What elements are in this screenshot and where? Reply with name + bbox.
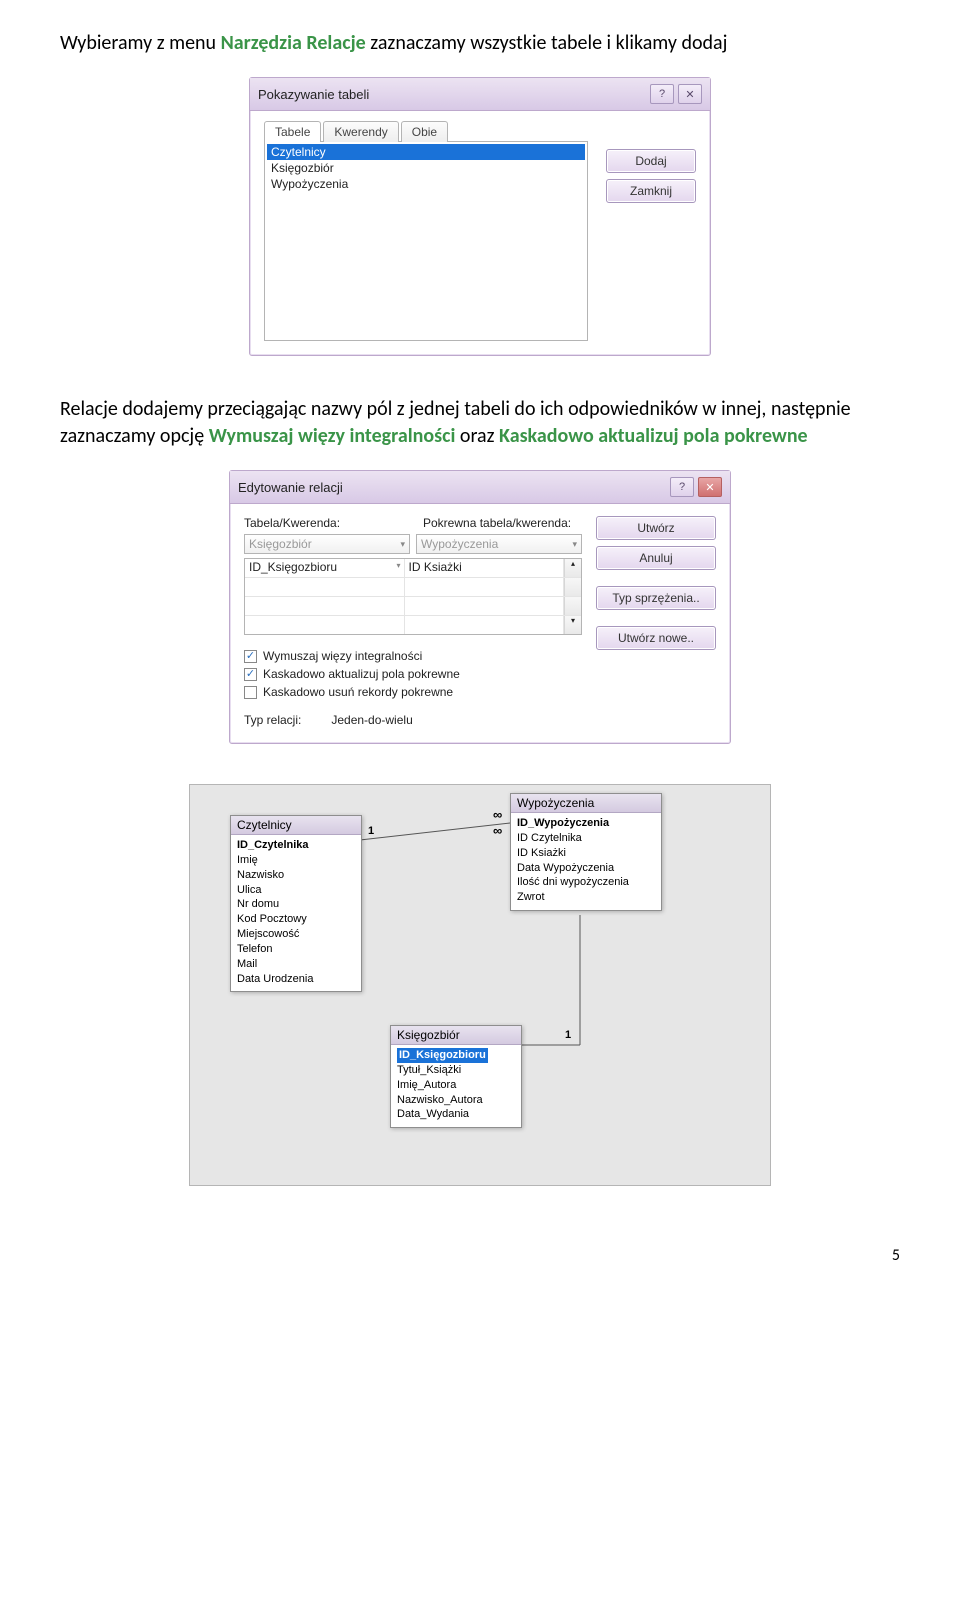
create-new-button[interactable]: Utwórz nowe.. bbox=[596, 626, 716, 650]
label-table: Tabela/Kwerenda: bbox=[244, 516, 403, 530]
table-title: Księgozbiór bbox=[391, 1026, 521, 1045]
list-item[interactable]: Czytelnicy bbox=[267, 144, 585, 160]
relationships-diagram: 1 ∞ ∞ 1 Czytelnicy ID_Czytelnika Imię Na… bbox=[189, 784, 771, 1186]
table-title: Wypożyczenia bbox=[511, 794, 661, 813]
join-type-button[interactable]: Typ sprzężenia.. bbox=[596, 586, 716, 610]
create-button[interactable]: Utwórz bbox=[596, 516, 716, 540]
field: Nr domu bbox=[237, 897, 355, 912]
tab-both[interactable]: Obie bbox=[401, 121, 448, 142]
grid-cell: ID_Księgozbioru▾ bbox=[245, 559, 405, 577]
field: ID Ksiażki bbox=[517, 846, 655, 861]
relation-type-value: Jeden-do-wielu bbox=[331, 713, 412, 727]
field: Nazwisko_Autora bbox=[397, 1093, 515, 1108]
cardinality-many: ∞ bbox=[493, 807, 502, 822]
table-box-ksiegozbior[interactable]: Księgozbiór ID_Księgozbioru Tytuł_Książk… bbox=[390, 1025, 522, 1128]
field: Miejscowość bbox=[237, 927, 355, 942]
grid-cell: ID Ksiażki bbox=[405, 559, 565, 577]
checkbox-enforce-integrity[interactable] bbox=[244, 650, 257, 663]
field: Kod Pocztowy bbox=[237, 912, 355, 927]
checkbox-cascade-delete[interactable] bbox=[244, 686, 257, 699]
list-item[interactable]: Księgozbiór bbox=[267, 160, 585, 176]
field-pk: ID_Czytelnika bbox=[237, 838, 355, 853]
field: Ulica bbox=[237, 883, 355, 898]
scroll-track[interactable] bbox=[564, 578, 581, 596]
field: Imię_Autora bbox=[397, 1078, 515, 1093]
label-related-table: Pokrewna tabela/kwerenda: bbox=[423, 516, 582, 530]
combo-related-table[interactable]: Wypożyczenia▾ bbox=[416, 534, 582, 554]
field: Zwrot bbox=[517, 890, 655, 905]
show-table-dialog: Pokazywanie tabeli ? ✕ Tabele Kwerendy O… bbox=[249, 77, 711, 356]
scroll-up-button[interactable]: ▴ bbox=[564, 559, 581, 577]
tab-queries[interactable]: Kwerendy bbox=[323, 121, 398, 142]
cancel-button[interactable]: Anuluj bbox=[596, 546, 716, 570]
show-table-titlebar: Pokazywanie tabeli ? ✕ bbox=[250, 78, 710, 111]
scroll-down-button[interactable]: ▾ bbox=[564, 616, 581, 634]
close-dialog-button[interactable]: Zamknij bbox=[606, 179, 696, 203]
instruction-paragraph-1: Wybieramy z menu Narzędzia Relacje zazna… bbox=[60, 30, 900, 57]
show-table-title: Pokazywanie tabeli bbox=[258, 87, 650, 102]
field: Data Urodzenia bbox=[237, 972, 355, 987]
chevron-down-icon: ▾ bbox=[396, 561, 400, 570]
field: Data Wypożyczenia bbox=[517, 861, 655, 876]
table-box-wypozyczenia[interactable]: Wypożyczenia ID_Wypożyczenia ID Czytelni… bbox=[510, 793, 662, 911]
chevron-down-icon: ▾ bbox=[572, 539, 577, 550]
field: Ilość dni wypożyczenia bbox=[517, 875, 655, 890]
checkbox-cascade-update[interactable] bbox=[244, 668, 257, 681]
scroll-track[interactable] bbox=[564, 597, 581, 615]
cardinality-many: ∞ bbox=[493, 823, 502, 838]
field: ID Czytelnika bbox=[517, 831, 655, 846]
field: Telefon bbox=[237, 942, 355, 957]
field: Imię bbox=[237, 853, 355, 868]
relation-type-label: Typ relacji: bbox=[244, 713, 301, 727]
edit-relation-title: Edytowanie relacji bbox=[238, 480, 670, 495]
add-button[interactable]: Dodaj bbox=[606, 149, 696, 173]
help-button[interactable]: ? bbox=[650, 84, 674, 104]
field-pk: ID_Księgozbioru bbox=[397, 1048, 515, 1063]
field-mapping-grid[interactable]: ID_Księgozbioru▾ ID Ksiażki ▴ ▾ bbox=[244, 558, 582, 635]
field: Tytuł_Książki bbox=[397, 1063, 515, 1078]
help-button[interactable]: ? bbox=[670, 477, 694, 497]
tables-listbox[interactable]: Czytelnicy Księgozbiór Wypożyczenia bbox=[264, 141, 588, 341]
checkbox-label: Kaskadowo usuń rekordy pokrewne bbox=[263, 685, 453, 699]
table-box-czytelnicy[interactable]: Czytelnicy ID_Czytelnika Imię Nazwisko U… bbox=[230, 815, 362, 992]
checkbox-label: Wymuszaj więzy integralności bbox=[263, 649, 422, 663]
checkbox-label: Kaskadowo aktualizuj pola pokrewne bbox=[263, 667, 460, 681]
cardinality-one: 1 bbox=[565, 1029, 571, 1041]
chevron-down-icon: ▾ bbox=[400, 539, 405, 550]
field: Mail bbox=[237, 957, 355, 972]
cardinality-one: 1 bbox=[368, 825, 374, 837]
field: Data_Wydania bbox=[397, 1107, 515, 1122]
tab-tables[interactable]: Tabele bbox=[264, 121, 321, 142]
field: Nazwisko bbox=[237, 868, 355, 883]
list-item[interactable]: Wypożyczenia bbox=[267, 176, 585, 192]
edit-relation-titlebar: Edytowanie relacji ? ✕ bbox=[230, 471, 730, 504]
table-title: Czytelnicy bbox=[231, 816, 361, 835]
page-number: 5 bbox=[60, 1246, 900, 1265]
close-button[interactable]: ✕ bbox=[698, 477, 722, 497]
combo-primary-table[interactable]: Księgozbiór▾ bbox=[244, 534, 410, 554]
edit-relation-dialog: Edytowanie relacji ? ✕ Tabela/Kwerenda: … bbox=[229, 470, 731, 744]
close-button[interactable]: ✕ bbox=[678, 84, 702, 104]
instruction-paragraph-2: Relacje dodajemy przeciągając nazwy pól … bbox=[60, 396, 900, 450]
field-pk: ID_Wypożyczenia bbox=[517, 816, 655, 831]
